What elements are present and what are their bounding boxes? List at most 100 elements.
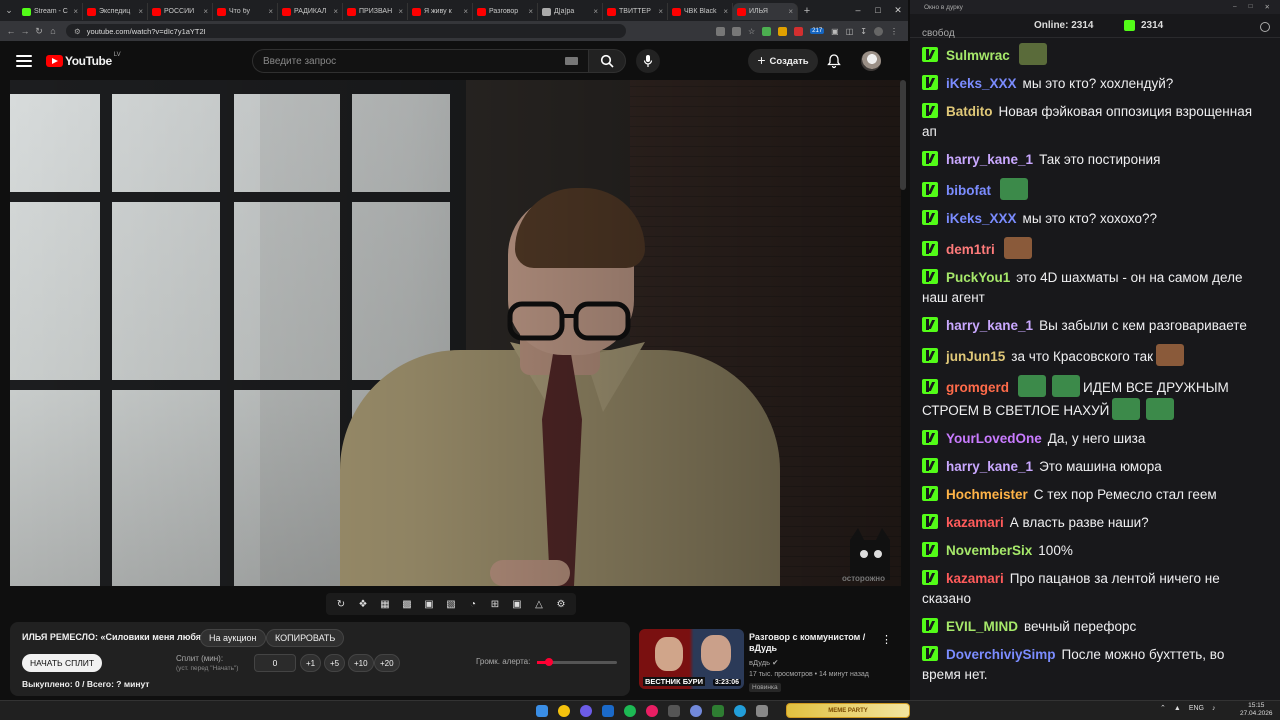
chat-message[interactable]: YourLovedOne Да, у него шиза — [918, 426, 1264, 452]
tab-close-icon[interactable]: × — [73, 7, 78, 16]
cast-icon[interactable] — [715, 26, 725, 36]
search-button[interactable] — [588, 49, 626, 73]
youtube-logo[interactable]: YouTube LV — [46, 52, 121, 68]
add-minutes-button[interactable]: +5 — [324, 654, 346, 672]
browser-tab[interactable]: Что бу × — [213, 3, 278, 20]
start-windows-icon[interactable] — [536, 705, 548, 717]
app-icon-gray[interactable] — [668, 705, 680, 717]
url-field[interactable]: ⚙ youtube.com/watch?v=dIc7y1aYT2I — [66, 24, 626, 38]
search-input[interactable]: Введите запрос — [252, 49, 588, 73]
profile-icon[interactable] — [874, 26, 883, 36]
chat-message-list[interactable]: Sulmwrac iKeks_XXX мы это кто? хохлендуй? B… — [910, 38, 1272, 686]
maximize-icon[interactable]: □ — [868, 5, 888, 16]
chat-username[interactable]: harry_kane_1 — [946, 152, 1033, 167]
chat-message[interactable]: harry_kane_1 Так это постирония — [918, 147, 1264, 173]
reload-icon[interactable]: ↻ — [32, 26, 46, 37]
add-minutes-button[interactable]: +20 — [374, 654, 400, 672]
filmstrip-icon[interactable]: ▧ — [445, 598, 458, 610]
download-icon[interactable]: ↧ — [860, 27, 867, 36]
to-auction-button[interactable]: На аукцион — [200, 629, 266, 647]
browser-tab[interactable]: ПРИЗВАН × — [343, 3, 408, 20]
close-icon[interactable]: ✕ — [888, 5, 908, 16]
chat-message[interactable]: Batdito Новая фэйковая оппозиция взрощенн… — [918, 99, 1264, 145]
chat-message[interactable]: Sulmwrac — [918, 40, 1264, 69]
telegram-icon[interactable] — [734, 705, 746, 717]
add-minutes-button[interactable]: +10 — [348, 654, 374, 672]
video-player[interactable]: осторожно — [10, 80, 901, 586]
tab-close-icon[interactable]: × — [268, 7, 273, 16]
home-icon[interactable]: ⌂ — [46, 26, 60, 36]
meme-party-widget[interactable]: MEME PARTY — [786, 703, 910, 718]
chat-username[interactable]: gromgerd — [946, 380, 1009, 395]
app-icon-green[interactable] — [712, 705, 724, 717]
tray-chevron-icon[interactable]: ⌃ — [1160, 704, 1166, 712]
tab-close-icon[interactable]: × — [333, 7, 338, 16]
bookmark-star-icon[interactable]: ☆ — [748, 27, 755, 36]
tab-close-icon[interactable]: × — [723, 7, 728, 16]
extension-red-icon[interactable] — [794, 26, 804, 36]
browser-tab[interactable]: РОССИЙ × — [148, 3, 213, 20]
cinema-icon[interactable]: ▦ — [379, 598, 392, 610]
chat-message[interactable]: bibofat — [918, 175, 1264, 204]
chat-username[interactable]: Batdito — [946, 104, 993, 119]
new-tab-button[interactable]: + — [798, 5, 816, 17]
chat-message[interactable]: Hochmeister С тех пор Ремесло стал геем — [918, 482, 1264, 508]
chat-message[interactable]: kazamari Про пацанов за лентой ничего не … — [918, 566, 1264, 612]
chrome-icon[interactable] — [558, 705, 570, 717]
tab-close-icon[interactable]: × — [528, 7, 533, 16]
flask-icon[interactable]: △ — [533, 598, 546, 610]
extension-yellow-icon[interactable] — [778, 26, 788, 36]
minimize-icon[interactable]: – — [1233, 3, 1237, 11]
discord-icon[interactable] — [690, 705, 702, 717]
forward-icon[interactable]: → — [18, 26, 32, 36]
chat-username[interactable]: iKeks_XXX — [946, 76, 1017, 91]
speedometer-icon[interactable]: ◔ — [467, 598, 480, 610]
chat-username[interactable]: iKeks_XXX — [946, 211, 1017, 226]
tab-close-icon[interactable]: × — [658, 7, 663, 16]
add-clip-icon[interactable]: ⊞ — [489, 598, 502, 610]
more-options-icon[interactable]: ⋮ — [881, 633, 892, 646]
extension-badge[interactable]: 217 — [810, 28, 825, 34]
alert-volume-slider[interactable] — [537, 658, 617, 666]
browser-tab[interactable]: Разговор × — [473, 3, 538, 20]
browser-tab[interactable]: Stream - С × — [18, 3, 83, 20]
recommended-video[interactable]: ВЕСТНИК БУРИ 3:23:06 Разговор с коммунис… — [639, 629, 901, 695]
chat-message[interactable]: EVIL_MIND вечный перефорс — [918, 614, 1264, 640]
settings-gear-icon[interactable]: ⚙ — [555, 598, 568, 610]
chat-message[interactable]: harry_kane_1 Вы забыли с кем разговаривае… — [918, 313, 1264, 339]
chat-username[interactable]: DoverchiviySimp — [946, 647, 1056, 662]
start-split-button[interactable]: НАЧАТЬ СПЛИТ — [22, 654, 103, 672]
site-info-icon[interactable]: ⚙ — [74, 27, 81, 36]
chat-username[interactable]: harry_kane_1 — [946, 318, 1033, 333]
back-icon[interactable]: ← — [4, 26, 18, 36]
chat-username[interactable]: EVIL_MIND — [946, 619, 1018, 634]
minimize-icon[interactable]: – — [848, 5, 868, 16]
create-button[interactable]: + Создать — [748, 49, 818, 73]
recommended-title[interactable]: Разговор с коммунистом / вДудь — [749, 632, 879, 654]
close-icon[interactable]: ✕ — [1265, 3, 1270, 11]
browser-tab[interactable]: ИЛЬЯ × — [733, 3, 798, 20]
chat-username[interactable]: kazamari — [946, 515, 1004, 530]
chat-username[interactable]: harry_kane_1 — [946, 459, 1033, 474]
browser-tab[interactable]: Я живу к × — [408, 3, 473, 20]
chat-message[interactable]: gromgerd ИДЕМ ВСЕ ДРУЖНЫМ СТРОЕМ В СВЕТЛО… — [918, 372, 1264, 424]
chat-username[interactable]: Hochmeister — [946, 487, 1028, 502]
add-minutes-button[interactable]: +1 — [300, 654, 322, 672]
chat-message[interactable]: NovemberSix 100% — [918, 538, 1264, 564]
chat-message[interactable]: harry_kane_1 Это машина юмора — [918, 454, 1264, 480]
chat-username[interactable]: dem1tri — [946, 242, 995, 257]
browser-menu-icon[interactable]: ⋮ — [890, 27, 898, 36]
chat-username[interactable]: NovemberSix — [946, 543, 1032, 558]
chat-username[interactable]: bibofat — [946, 183, 991, 198]
chat-username[interactable]: YourLovedOne — [946, 431, 1042, 446]
sidebar-icon[interactable]: ◫ — [846, 27, 854, 36]
network-icon[interactable]: ▲ — [1174, 705, 1181, 712]
menu-hamburger-icon[interactable] — [16, 54, 32, 67]
browser-tab[interactable]: РАДИКАЛ × — [278, 3, 343, 20]
split-minutes-input[interactable]: 0 — [254, 654, 296, 672]
app-icon-purple[interactable] — [580, 705, 592, 717]
copy-button[interactable]: КОПИРОВАТЬ — [266, 629, 345, 647]
tab-search-icon[interactable]: ⌄ — [0, 0, 18, 21]
clock[interactable]: 15:15 27.04.2026 — [1240, 702, 1273, 718]
chat-message[interactable]: iKeks_XXX мы это кто? хохлендуй? — [918, 71, 1264, 97]
